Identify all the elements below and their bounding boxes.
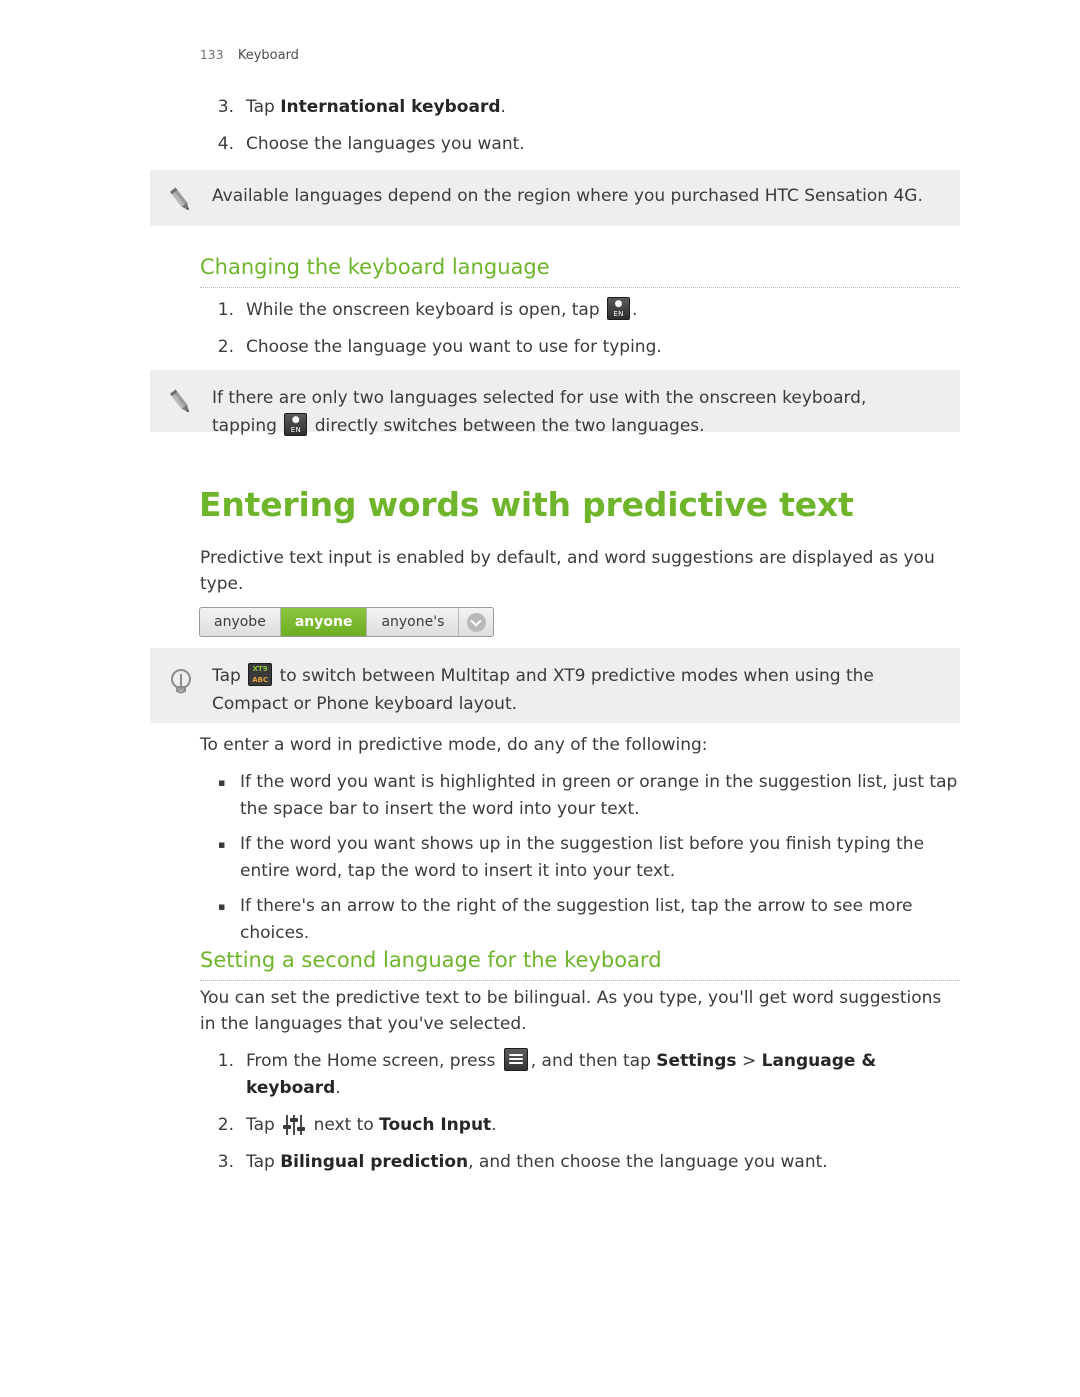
list-text: Tap next to Touch Input. xyxy=(246,1112,960,1139)
menu-key-icon xyxy=(503,1048,528,1071)
step-seg-1: Tap xyxy=(246,1152,281,1172)
second-language-paragraph: You can set the predictive text to be bi… xyxy=(200,988,942,1034)
note-text-post: to switch between Multitap and XT9 predi… xyxy=(212,666,874,714)
note-line2-pre: tapping xyxy=(212,416,283,436)
bullet-marker: ▪ xyxy=(218,838,226,851)
section-heading: Setting a second language for the keyboa… xyxy=(200,948,960,981)
list-text: From the Home screen, press , and then t… xyxy=(246,1048,960,1102)
second-language-steps: 1. From the Home screen, press , and the… xyxy=(200,1048,960,1186)
changing-steps: 1. While the onscreen keyboard is open, … xyxy=(200,297,960,371)
list-item: 3. Tap Bilingual prediction, and then ch… xyxy=(200,1149,960,1176)
language-key-icon: ● EN xyxy=(284,413,308,436)
list-text: If the word you want shows up in the sug… xyxy=(240,834,925,881)
bullet-marker: ▪ xyxy=(218,900,226,913)
step-bold-1: Bilingual prediction xyxy=(280,1152,469,1172)
predictive-lead-text: To enter a word in predictive mode, do a… xyxy=(200,735,708,755)
list-marker: 2. xyxy=(217,337,234,357)
bullet-marker: ▪ xyxy=(218,776,226,789)
pencil-icon xyxy=(150,182,212,216)
step-seg-2: next to xyxy=(308,1115,380,1135)
list-text: While the onscreen keyboard is open, tap… xyxy=(246,297,960,324)
key-label: EN xyxy=(613,310,624,318)
list-marker: 4. xyxy=(217,134,234,154)
note-text-pre: Tap xyxy=(212,666,247,686)
chapter-title: Keyboard xyxy=(237,48,299,63)
list-item: 3. Tap International keyboard. xyxy=(200,94,970,121)
section-changing-language: Changing the keyboard language xyxy=(200,255,960,288)
step-bold-1: Settings xyxy=(656,1051,737,1071)
page-header: 133 Keyboard xyxy=(200,48,299,63)
step-seg-1: Tap xyxy=(246,1115,281,1135)
step-text-pre: While the onscreen keyboard is open, tap xyxy=(246,300,606,320)
chevron-down-icon[interactable] xyxy=(459,608,494,636)
top-steps: 3. Tap International keyboard. 4. Choose… xyxy=(200,94,970,168)
chevron-circle xyxy=(466,612,486,632)
list-text: If there's an arrow to the right of the … xyxy=(240,896,913,943)
key-label: EN xyxy=(290,426,301,434)
note-box-xt9-tip: Tap XT9 ABC to switch between Multitap an… xyxy=(150,648,960,723)
suggestion-item-active[interactable]: anyone xyxy=(280,608,368,636)
note-line-1: If there are only two languages selected… xyxy=(212,388,867,408)
intro-paragraph: Predictive text input is enabled by defa… xyxy=(200,548,935,594)
note-text: Available languages depend on the region… xyxy=(212,186,923,206)
language-key-icon: ● EN xyxy=(607,297,631,320)
page-title: Entering words with predictive text xyxy=(199,485,854,524)
xt9-top-label: XT9 xyxy=(252,665,268,673)
step-text-post: . xyxy=(632,300,638,320)
list-marker: 2. xyxy=(217,1115,234,1135)
key-glyph: ● xyxy=(614,299,623,309)
step-seg-2: , and then tap xyxy=(530,1051,657,1071)
list-item: 4. Choose the languages you want. xyxy=(200,131,970,158)
key-glyph: ● xyxy=(291,415,300,425)
step-seg-3: . xyxy=(491,1115,497,1135)
list-marker: 1. xyxy=(217,300,234,320)
pencil-icon xyxy=(150,384,212,418)
list-item: 1. While the onscreen keyboard is open, … xyxy=(200,297,960,324)
note-text: If there are only two languages selected… xyxy=(212,384,896,440)
sliders-icon xyxy=(283,1114,306,1136)
list-item: 2. Tap next to Touch Input. xyxy=(200,1112,960,1139)
step-seg-3: > xyxy=(736,1051,762,1071)
suggestion-item[interactable]: anyobe xyxy=(200,608,281,636)
list-item: 2. Choose the language you want to use f… xyxy=(200,334,960,361)
page-number: 133 xyxy=(200,48,224,62)
step-bold-1: Touch Input xyxy=(379,1115,492,1135)
list-text: Tap Bilingual prediction, and then choos… xyxy=(246,1149,960,1176)
list-item: ▪ If the word you want is highlighted in… xyxy=(218,769,963,823)
list-item: 1. From the Home screen, press , and the… xyxy=(200,1048,960,1102)
note-line-2: tapping ● EN directly switches between th… xyxy=(212,412,866,440)
step-seg-4: . xyxy=(335,1078,341,1098)
list-text: If the word you want is highlighted in g… xyxy=(240,772,958,819)
step-text-pre: Tap xyxy=(246,97,281,117)
note-box-two-languages: If there are only two languages selected… xyxy=(150,370,960,436)
list-text: Choose the languages you want. xyxy=(246,134,525,154)
lightbulb-icon xyxy=(150,662,212,700)
list-item: ▪ If the word you want shows up in the s… xyxy=(218,831,963,885)
xt9-bottom-label: ABC xyxy=(252,676,269,684)
list-item: ▪ If there's an arrow to the right of th… xyxy=(218,893,963,947)
suggestion-strip[interactable]: anyobe anyone anyone's xyxy=(199,607,495,637)
list-marker: 3. xyxy=(217,97,234,117)
section-heading: Changing the keyboard language xyxy=(200,255,960,288)
predictive-bullet-list: ▪ If the word you want is highlighted in… xyxy=(218,769,963,955)
section-second-language: Setting a second language for the keyboa… xyxy=(200,948,960,981)
list-text: Tap International keyboard. xyxy=(246,94,970,121)
step-seg-3: , and then choose the language you want. xyxy=(468,1152,828,1172)
step-seg-1: From the Home screen, press xyxy=(246,1051,501,1071)
step-bold: International keyboard xyxy=(280,97,501,117)
step-text-post: . xyxy=(500,97,506,117)
list-marker: 1. xyxy=(217,1051,234,1071)
document-page: 133 Keyboard 3. Tap International keyboa… xyxy=(0,0,1080,1397)
note-text: Tap XT9 ABC to switch between Multitap an… xyxy=(212,662,960,718)
note-line2-post: directly switches between the two langua… xyxy=(309,416,705,436)
note-box-languages: Available languages depend on the region… xyxy=(150,170,960,226)
list-marker: 3. xyxy=(217,1152,234,1172)
list-text: Choose the language you want to use for … xyxy=(246,337,662,357)
suggestion-item[interactable]: anyone's xyxy=(367,608,460,636)
xt9-key-icon: XT9 ABC xyxy=(248,663,273,686)
